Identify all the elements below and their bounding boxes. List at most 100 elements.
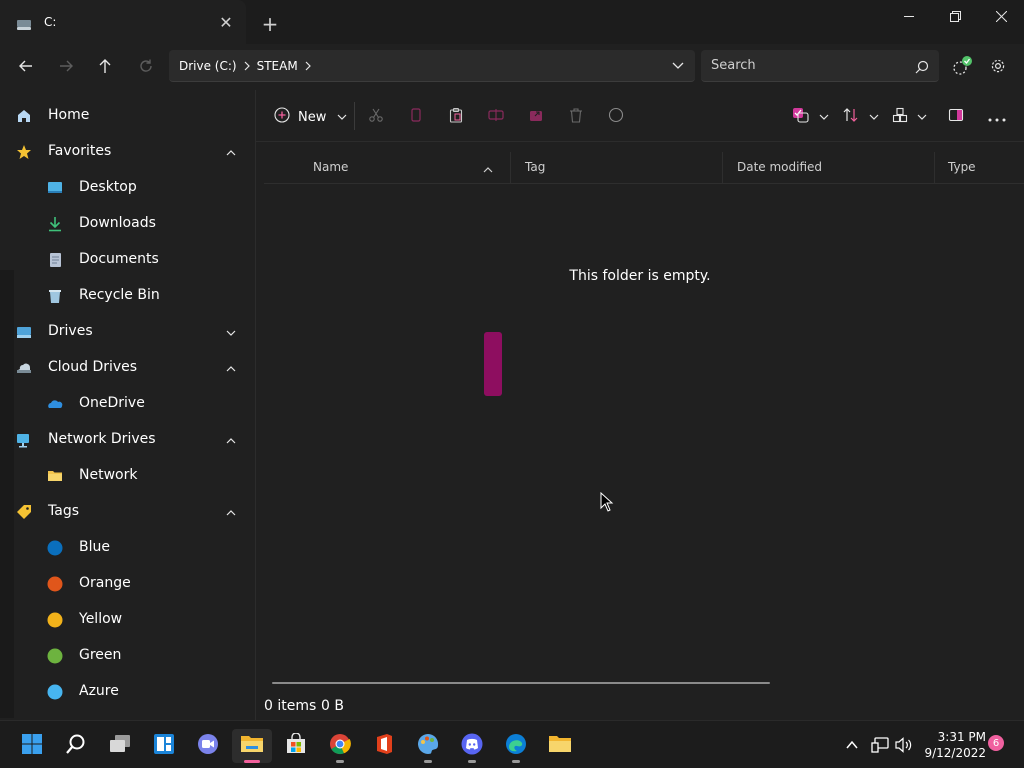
sidebar-item-network-drives[interactable]: Network Drives	[0, 422, 256, 458]
new-button[interactable]: New	[274, 106, 348, 128]
chevron-up-icon[interactable]	[224, 146, 238, 160]
column-divider[interactable]	[934, 152, 935, 184]
column-divider[interactable]	[510, 152, 511, 184]
copy-button[interactable]	[408, 106, 424, 128]
chevron-down-icon[interactable]	[671, 58, 685, 75]
sidebar-item-downloads[interactable]: Downloads	[0, 206, 256, 242]
file-explorer-classic-button[interactable]	[540, 729, 580, 763]
edge-button[interactable]	[496, 729, 536, 763]
chevron-up-icon[interactable]	[224, 434, 238, 448]
forward-arrow-icon[interactable]	[52, 52, 80, 80]
rename-button[interactable]	[488, 106, 504, 128]
network-drive-icon	[16, 432, 32, 448]
column-header-name[interactable]: Name	[313, 160, 348, 174]
back-arrow-icon[interactable]	[12, 52, 40, 80]
file-explorer-button[interactable]	[232, 729, 272, 763]
delete-button[interactable]	[568, 106, 584, 128]
sort-button[interactable]	[842, 106, 880, 128]
sidebar-item-desktop[interactable]: Desktop	[0, 170, 256, 206]
restore-icon[interactable]	[932, 0, 978, 32]
address-bar[interactable]: Drive (C:) STEAM	[169, 50, 695, 82]
chevron-up-icon[interactable]	[224, 362, 238, 376]
sidebar-item-tag-azure[interactable]: Azure	[0, 674, 256, 710]
status-center-icon[interactable]	[948, 52, 976, 80]
sidebar-item-tag-blue[interactable]: Blue	[0, 530, 256, 566]
close-tab-icon[interactable]: ✕	[212, 8, 240, 36]
sidebar-item-documents[interactable]: Documents	[0, 242, 256, 278]
tab-c-drive[interactable]: C: ✕	[0, 0, 246, 44]
chevron-down-icon[interactable]	[224, 326, 238, 340]
volume-icon[interactable]	[894, 735, 914, 755]
sidebar-item-tag-orange[interactable]: Orange	[0, 566, 256, 602]
sidebar-item-label: Home	[48, 107, 90, 123]
tag-color-dot-icon	[47, 684, 63, 700]
layout-button[interactable]	[892, 106, 928, 128]
sidebar-item-tag-green[interactable]: Green	[0, 638, 256, 674]
column-header-type[interactable]: Type	[948, 160, 976, 174]
paste-button[interactable]	[448, 106, 464, 128]
column-header-date-modified[interactable]: Date modified	[737, 160, 822, 174]
sidebar-item-label: Azure	[79, 683, 119, 699]
search-icon[interactable]	[915, 59, 929, 78]
clipboard-icon	[448, 107, 464, 127]
sidebar-item-onedrive[interactable]: OneDrive	[0, 386, 256, 422]
clock[interactable]: 3:31 PM 9/12/2022	[918, 729, 986, 761]
up-arrow-icon[interactable]	[91, 52, 119, 80]
column-header-tag[interactable]: Tag	[525, 160, 545, 174]
teams-chat-icon	[197, 733, 219, 759]
discord-button[interactable]	[452, 729, 492, 763]
chevron-right-icon[interactable]	[304, 61, 312, 71]
status-bar: 0 items 0 B	[256, 692, 1024, 720]
sidebar-item-label: Drives	[48, 323, 93, 339]
widgets-button[interactable]	[144, 729, 184, 763]
minimize-icon[interactable]	[886, 0, 932, 32]
share-button[interactable]	[528, 106, 544, 128]
properties-button[interactable]	[608, 106, 624, 128]
horizontal-scrollbar[interactable]	[272, 682, 770, 684]
new-button-label: New	[298, 109, 327, 125]
selection-options-button[interactable]	[792, 106, 830, 128]
start-button[interactable]	[12, 729, 52, 763]
notification-badge[interactable]: 6	[988, 735, 1004, 751]
office-button[interactable]	[364, 729, 404, 763]
task-view-button[interactable]	[100, 729, 140, 763]
sidebar-item-label: Network Drives	[48, 431, 156, 447]
chrome-button[interactable]	[320, 729, 360, 763]
network-icon[interactable]	[870, 735, 890, 755]
refresh-icon[interactable]	[132, 52, 160, 80]
column-divider[interactable]	[722, 152, 723, 184]
more-options-button[interactable]	[988, 106, 1006, 128]
sidebar-item-favorites[interactable]: Favorites	[0, 134, 256, 170]
gear-icon[interactable]	[984, 52, 1012, 80]
sidebar-item-drives[interactable]: Drives	[0, 314, 256, 350]
sidebar-item-tags[interactable]: Tags	[0, 494, 256, 530]
paint-app-button[interactable]	[408, 729, 448, 763]
search-input[interactable]	[711, 58, 901, 73]
chevron-right-icon[interactable]	[243, 61, 251, 71]
running-app-indicator	[512, 760, 520, 763]
teams-chat-button[interactable]	[188, 729, 228, 763]
sidebar-item-recycle-bin[interactable]: Recycle Bin	[0, 278, 256, 314]
folder-icon	[240, 734, 264, 758]
drive-icon	[16, 324, 32, 340]
preview-pane-button[interactable]	[948, 106, 964, 128]
sidebar-item-label: OneDrive	[79, 395, 145, 411]
breadcrumb-steam[interactable]: STEAM	[257, 59, 298, 73]
breadcrumb-drive-c[interactable]: Drive (C:)	[179, 59, 237, 73]
taskbar-search-button[interactable]	[56, 729, 96, 763]
share-icon	[528, 107, 544, 127]
sort-ascending-icon[interactable]	[482, 161, 494, 180]
chevron-up-icon[interactable]	[842, 735, 862, 755]
mouse-cursor-icon	[600, 491, 614, 516]
new-tab-button[interactable]: +	[256, 10, 284, 38]
close-icon[interactable]	[978, 0, 1024, 32]
sidebar-item-home[interactable]: Home	[0, 98, 256, 134]
sidebar-item-network[interactable]: Network	[0, 458, 256, 494]
cut-button[interactable]	[368, 106, 384, 128]
command-bar: New	[256, 90, 1024, 142]
chevron-up-icon[interactable]	[224, 506, 238, 520]
sidebar-item-cloud-drives[interactable]: Cloud Drives	[0, 350, 256, 386]
microsoft-store-button[interactable]	[276, 729, 316, 763]
search-box[interactable]	[701, 50, 939, 82]
sidebar-item-tag-yellow[interactable]: Yellow	[0, 602, 256, 638]
